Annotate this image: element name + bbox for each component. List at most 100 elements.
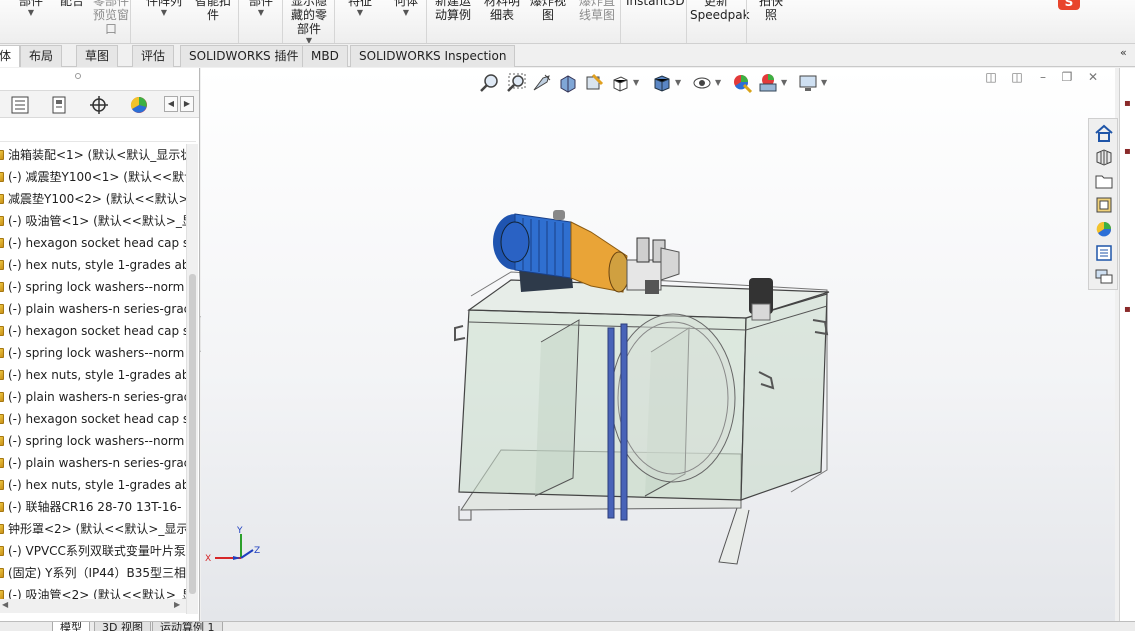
- ribbon-button[interactable]: 部件 ▼: [14, 0, 48, 18]
- tree-item[interactable]: (-) 减震垫Y100<1> (默认<<默认: [0, 166, 186, 188]
- view-palette-icon[interactable]: [1093, 195, 1115, 215]
- ribbon-button[interactable]: 智能扣件: [192, 0, 234, 22]
- ribbon-button-label: 新建运动算例: [434, 0, 471, 22]
- ribbon-button[interactable]: Instant3D: [626, 0, 685, 8]
- custom-properties-icon[interactable]: [1093, 243, 1115, 263]
- tree-item[interactable]: (-) plain washers-n series-grac: [0, 298, 186, 320]
- dropdown-caret-icon[interactable]: ▼: [290, 36, 328, 43]
- previous-view-icon[interactable]: [531, 72, 553, 94]
- display-manager-tab-icon[interactable]: [125, 94, 153, 116]
- ribbon-button[interactable]: 新建运动算例: [434, 0, 472, 22]
- ribbon-button[interactable]: 何体 ▼: [392, 0, 420, 18]
- command-tab[interactable]: 草图: [76, 45, 119, 67]
- section-view-icon[interactable]: [557, 72, 579, 94]
- command-tab[interactable]: 布局: [20, 45, 63, 67]
- tree-item[interactable]: 油箱装配<1> (默认<默认_显示状: [0, 144, 186, 166]
- tree-item[interactable]: (-) plain washers-n series-grac: [0, 386, 186, 408]
- command-tab[interactable]: MBD: [302, 45, 348, 67]
- design-library-icon[interactable]: [1093, 147, 1115, 167]
- tree-item[interactable]: (-) 联轴器CR16 28-70 13T-16-: [0, 496, 186, 518]
- ribbon-button[interactable]: 件阵列 ▼: [142, 0, 186, 18]
- hydraulic-tank-assembly-model[interactable]: [441, 208, 861, 588]
- collapse-panel-icon[interactable]: «: [1120, 46, 1127, 59]
- tree-item[interactable]: (-) 吸油管<1> (默认<<默认>_显: [0, 210, 186, 232]
- apply-scene-icon[interactable]: [757, 72, 779, 94]
- tree-filter-area[interactable]: [0, 118, 196, 142]
- ribbon-button[interactable]: 拍快照: [754, 0, 788, 22]
- ribbon-button[interactable]: 材料明细表: [484, 0, 520, 22]
- component-icon: [0, 260, 4, 270]
- scroll-right-icon[interactable]: ▶: [174, 600, 180, 609]
- dynamic-annotation-icon[interactable]: [583, 72, 605, 94]
- tree-item[interactable]: (-) hexagon socket head cap s: [0, 320, 186, 342]
- view-orientation-caret[interactable]: ▼: [633, 78, 639, 87]
- tree-item[interactable]: (-) VPVCC系列双联式变量叶片泵: [0, 540, 186, 562]
- display-style-icon[interactable]: [651, 72, 673, 94]
- ribbon-button[interactable]: 显示隐藏的零部件 ▼: [290, 0, 328, 43]
- right-strip-marker-icon: ▪: [1124, 304, 1131, 315]
- minimize-icon[interactable]: –: [1035, 70, 1051, 86]
- command-tab[interactable]: 体: [0, 45, 21, 67]
- tab-scroll-left-icon[interactable]: ◀: [164, 96, 178, 112]
- tree-item[interactable]: (-) spring lock washers--norm: [0, 276, 186, 298]
- home-icon[interactable]: [1093, 123, 1115, 143]
- tree-item[interactable]: (-) hex nuts, style 1-grades ab: [0, 364, 186, 386]
- tree-item[interactable]: (-) spring lock washers--norm: [0, 430, 186, 452]
- tree-horizontal-scrollbar[interactable]: ◀ ▶: [0, 599, 186, 613]
- property-manager-tab-icon[interactable]: [45, 94, 73, 116]
- hide-show-caret[interactable]: ▼: [715, 78, 721, 87]
- feature-manager-tab-icon[interactable]: [6, 94, 34, 116]
- restore-left-icon[interactable]: ◫: [983, 70, 999, 86]
- command-tab[interactable]: 评估: [132, 45, 175, 67]
- tree-item[interactable]: (-) plain washers-n series-grac: [0, 452, 186, 474]
- scroll-left-icon[interactable]: ◀: [2, 600, 8, 609]
- command-tab[interactable]: SOLIDWORKS 插件: [180, 45, 308, 67]
- tree-item[interactable]: (固定) Y系列（IP44）B35型三相: [0, 562, 186, 584]
- ribbon-button[interactable]: 零部件预览窗口: [88, 0, 134, 36]
- dropdown-caret-icon[interactable]: ▼: [14, 8, 48, 18]
- ribbon-button[interactable]: 更新Speedpak: [690, 0, 750, 22]
- restore-right-icon[interactable]: ◫: [1009, 70, 1025, 86]
- configuration-manager-tab-icon[interactable]: [85, 94, 113, 116]
- appearances-icon[interactable]: [1093, 219, 1115, 239]
- view-settings-icon[interactable]: [797, 72, 819, 94]
- dropdown-caret-icon[interactable]: ▼: [346, 8, 374, 18]
- tree-item[interactable]: (-) hexagon socket head cap s: [0, 232, 186, 254]
- ribbon-button[interactable]: 部件 ▼: [246, 0, 276, 18]
- panel-grip-icon[interactable]: [75, 73, 81, 79]
- dropdown-caret-icon[interactable]: ▼: [142, 8, 186, 18]
- tree-item[interactable]: (-) hex nuts, style 1-grades ab: [0, 474, 186, 496]
- forum-icon[interactable]: [1093, 267, 1115, 287]
- zoom-to-fit-icon[interactable]: [479, 72, 501, 94]
- ribbon-button[interactable]: 爆炸直线草图: [578, 0, 616, 22]
- scroll-thumb[interactable]: [189, 274, 196, 594]
- tree-item[interactable]: (-) hex nuts, style 1-grades ab: [0, 254, 186, 276]
- maximize-icon[interactable]: ❐: [1059, 70, 1075, 86]
- tree-item[interactable]: 减震垫Y100<2> (默认<<默认>_: [0, 188, 186, 210]
- close-icon[interactable]: ✕: [1085, 70, 1101, 86]
- ribbon-button[interactable]: 配合: [56, 0, 88, 8]
- dropdown-caret-icon[interactable]: ▼: [246, 8, 276, 18]
- file-explorer-icon[interactable]: [1093, 171, 1115, 191]
- tree-vertical-scrollbar[interactable]: [186, 144, 198, 614]
- hide-show-items-icon[interactable]: [691, 72, 713, 94]
- tree-item[interactable]: (-) spring lock washers--norm: [0, 342, 186, 364]
- ribbon-button[interactable]: 特征 ▼: [346, 0, 374, 18]
- bottom-tab[interactable]: 3D 视图: [94, 622, 151, 631]
- bottom-tab[interactable]: 运动算例 1: [152, 622, 223, 631]
- tree-item-label: 油箱装配<1> (默认<默认_显示状: [8, 148, 186, 162]
- view-settings-caret[interactable]: ▼: [821, 78, 827, 87]
- tree-item[interactable]: (-) hexagon socket head cap s: [0, 408, 186, 430]
- command-tab[interactable]: SOLIDWORKS Inspection: [350, 45, 516, 67]
- ribbon-button[interactable]: 爆炸视图: [530, 0, 566, 22]
- dropdown-caret-icon[interactable]: ▼: [392, 8, 420, 18]
- apply-scene-caret[interactable]: ▼: [781, 78, 787, 87]
- view-orientation-icon[interactable]: [609, 72, 631, 94]
- graphics-area[interactable]: ▼ ▼ ▼ ▼ ▼ ◫ ◫ – ❐ ✕ Y X Z: [201, 68, 1115, 621]
- bottom-tab[interactable]: 模型: [52, 622, 90, 631]
- edit-appearance-icon[interactable]: [731, 72, 753, 94]
- display-style-caret[interactable]: ▼: [675, 78, 681, 87]
- zoom-to-area-icon[interactable]: [505, 72, 527, 94]
- tab-scroll-right-icon[interactable]: ▶: [180, 96, 194, 112]
- tree-item[interactable]: 钟形罩<2> (默认<<默认>_显示: [0, 518, 186, 540]
